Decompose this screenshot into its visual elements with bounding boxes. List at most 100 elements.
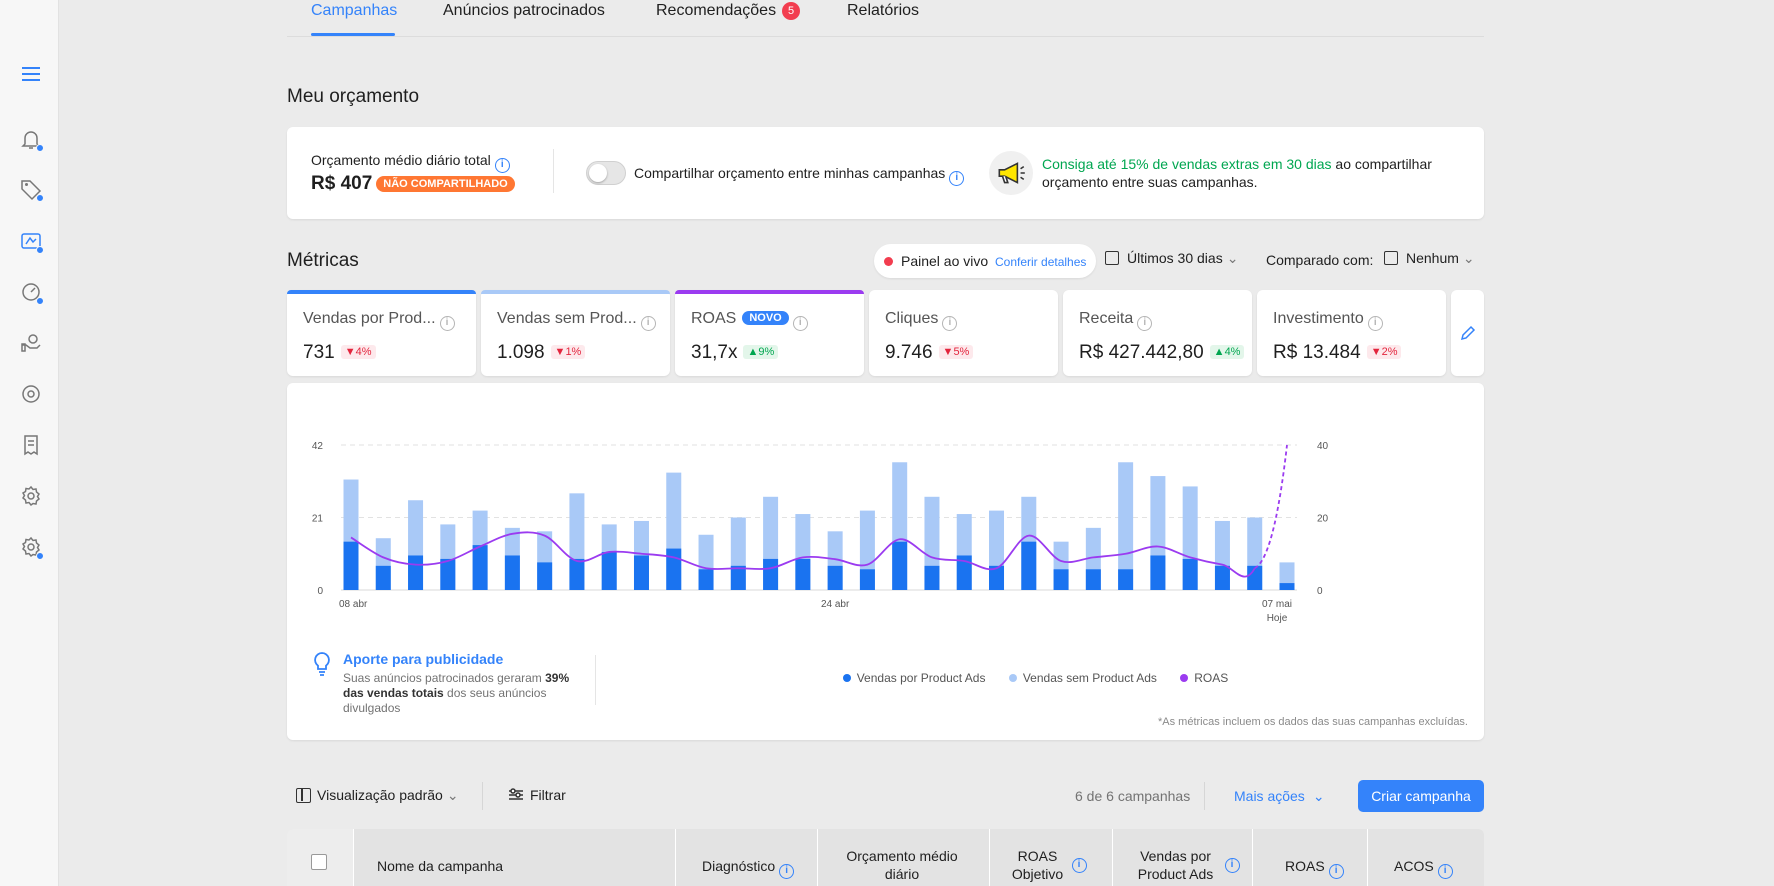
info-icon[interactable]: i — [949, 171, 965, 186]
y-left-tick-label: 42 — [312, 441, 324, 452]
divider — [482, 782, 483, 810]
target-icon[interactable] — [18, 381, 44, 407]
bar-vendas-pads — [795, 558, 811, 590]
calendar-icon — [1105, 251, 1119, 265]
change-badge: ▼5% — [938, 345, 974, 359]
info-icon[interactable]: i — [1071, 857, 1087, 873]
col-diagnostico[interactable]: Diagnóstico i — [702, 857, 795, 879]
receipt-icon[interactable] — [18, 432, 44, 458]
period-selector[interactable]: Últimos 30 dias ⌄ — [1105, 250, 1238, 267]
info-icon[interactable]: i — [1437, 864, 1453, 879]
metric-card-investimento[interactable]: Investimento i R$ 13.484 ▼2% — [1257, 290, 1446, 376]
x-today-label: Hoje — [1267, 613, 1288, 624]
bar-vendas-pads — [859, 569, 875, 590]
bar-vendas-pads — [827, 565, 843, 590]
gauge-icon[interactable] — [18, 279, 44, 305]
info-icon[interactable]: i — [1224, 857, 1240, 873]
col-roas-objetivo[interactable]: ROAS Objetivo i — [1007, 847, 1087, 883]
bar-vendas-pads — [408, 555, 424, 590]
settings-icon[interactable] — [18, 483, 44, 509]
avg-budget-value: R$ 407 NÃO COMPARTILHADO — [311, 173, 515, 195]
col-budget[interactable]: Orçamento médio diário — [837, 847, 967, 883]
more-actions-button[interactable]: Mais ações ⌄ — [1234, 788, 1325, 805]
advanced-settings-icon[interactable] — [18, 534, 44, 560]
avg-budget-label: Orçamento médio diário total i — [311, 152, 510, 173]
bar-vendas-pads — [601, 552, 617, 590]
info-icon[interactable]: i — [792, 316, 808, 331]
view-selector[interactable]: Visualização padrão ⌄ — [296, 787, 459, 804]
info-icon[interactable]: i — [1328, 864, 1344, 879]
tab-relatorios[interactable]: Relatórios — [847, 2, 919, 20]
bar-vendas-pads — [537, 562, 553, 590]
info-icon[interactable]: i — [942, 316, 958, 331]
chevron-down-icon: ⌄ — [446, 787, 459, 803]
tab-anuncios-patrocinados[interactable]: Anúncios patrocinados — [443, 2, 605, 20]
metric-card-vendas-pads[interactable]: Vendas por Prod... i 731 ▼4% — [287, 290, 476, 376]
edit-metrics-button[interactable] — [1451, 290, 1484, 376]
share-budget-label: Compartilhar orçamento entre minhas camp… — [634, 165, 965, 186]
bar-vendas-pads — [1279, 583, 1295, 590]
menu-icon[interactable] — [18, 61, 44, 87]
payment-icon[interactable] — [18, 330, 44, 356]
recommendations-count-badge: 5 — [782, 2, 801, 20]
chevron-down-icon: ⌄ — [1226, 250, 1239, 266]
metrics-chart: 0 21 42 0 20 40 08 abr 24 abr 07 mai Hoje — [312, 441, 1329, 624]
info-icon[interactable]: i — [779, 864, 795, 879]
chevron-down-icon: ⌄ — [1312, 788, 1325, 804]
bar-vendas-pads — [1053, 569, 1069, 590]
y-right-tick-label: 20 — [1317, 514, 1329, 525]
compare-selector[interactable]: Nenhum ⌄ — [1384, 250, 1475, 267]
info-icon[interactable]: i — [439, 316, 455, 331]
bar-vendas-pads — [472, 545, 488, 590]
filter-button[interactable]: Filtrar — [508, 787, 566, 803]
metrics-title: Métricas — [287, 250, 359, 271]
campaign-count: 6 de 6 campanhas — [1075, 788, 1191, 804]
col-roas[interactable]: ROAS i — [1285, 857, 1344, 879]
metric-card-receita[interactable]: Receita i R$ 427.442,80 ▲4% — [1063, 290, 1252, 376]
col-acos[interactable]: ACOS i — [1394, 857, 1453, 879]
change-badge: ▲9% — [743, 345, 779, 359]
tab-recomendacoes[interactable]: Recomendações 5 — [656, 2, 801, 20]
table-header: Nome da campanha Diagnóstico i Orçamento … — [287, 829, 1484, 886]
select-all-checkbox[interactable] — [311, 854, 327, 870]
not-shared-badge: NÃO COMPARTILHADO — [376, 176, 515, 192]
bar-vendas-pads — [569, 558, 585, 590]
metric-card-cliques[interactable]: Cliques i 9.746 ▼5% — [869, 290, 1058, 376]
chart-footnote: *As métricas incluem os dados das suas c… — [1158, 716, 1468, 728]
live-details-link[interactable]: Conferir detalhes — [995, 255, 1086, 269]
info-icon[interactable]: i — [494, 158, 510, 173]
metric-card-roas[interactable]: ROAS NOVO i 31,7x ▲9% — [675, 290, 864, 376]
share-promo-text: Consiga até 15% de vendas extras em 30 d… — [1042, 156, 1432, 190]
bar-vendas-pads — [1182, 558, 1198, 590]
bar-vendas-pads — [892, 541, 908, 590]
live-panel-label: Painel ao vivo — [901, 253, 989, 269]
bar-vendas-pads — [1150, 555, 1166, 590]
bar-vendas-pads — [698, 569, 714, 590]
y-right-tick-label: 0 — [1317, 586, 1323, 597]
tab-campanhas[interactable]: Campanhas — [311, 2, 397, 20]
col-vendas-pads[interactable]: Vendas por Product Ads i — [1125, 847, 1245, 883]
chart-legend: Vendas por Product Ads Vendas sem Produc… — [287, 671, 1484, 685]
legend-item-vendas-pads: Vendas por Product Ads — [842, 671, 985, 685]
bar-vendas-pads — [504, 555, 520, 590]
info-icon[interactable]: i — [1137, 316, 1153, 331]
tag-icon[interactable] — [18, 176, 44, 202]
info-icon[interactable]: i — [1367, 316, 1383, 331]
col-campaign-name[interactable]: Nome da campanha — [377, 857, 503, 875]
bar-vendas-pads — [730, 565, 746, 590]
bell-icon[interactable] — [18, 126, 44, 152]
bar-vendas-pads — [343, 541, 359, 590]
change-badge: ▲4% — [1209, 345, 1245, 359]
budget-card: Orçamento médio diário total i R$ 407 NÃO … — [287, 127, 1484, 219]
live-panel-pill[interactable]: Painel ao vivo Conferir detalhes — [874, 244, 1096, 278]
metric-card-vendas-sem-pads[interactable]: Vendas sem Prod... i 1.098 ▼1% — [481, 290, 670, 376]
ads-icon[interactable] — [18, 228, 44, 254]
columns-icon — [296, 788, 311, 803]
bar-vendas-pads — [666, 548, 682, 590]
bar-vendas-pads — [1118, 569, 1134, 590]
info-icon[interactable]: i — [640, 316, 656, 331]
bar-vendas-pads — [440, 558, 456, 590]
share-budget-toggle[interactable] — [586, 161, 626, 185]
chart-card: 0 21 42 0 20 40 08 abr 24 abr 07 mai Hoje Aporte … — [287, 383, 1484, 740]
create-campaign-button[interactable]: Criar campanha — [1358, 780, 1484, 812]
